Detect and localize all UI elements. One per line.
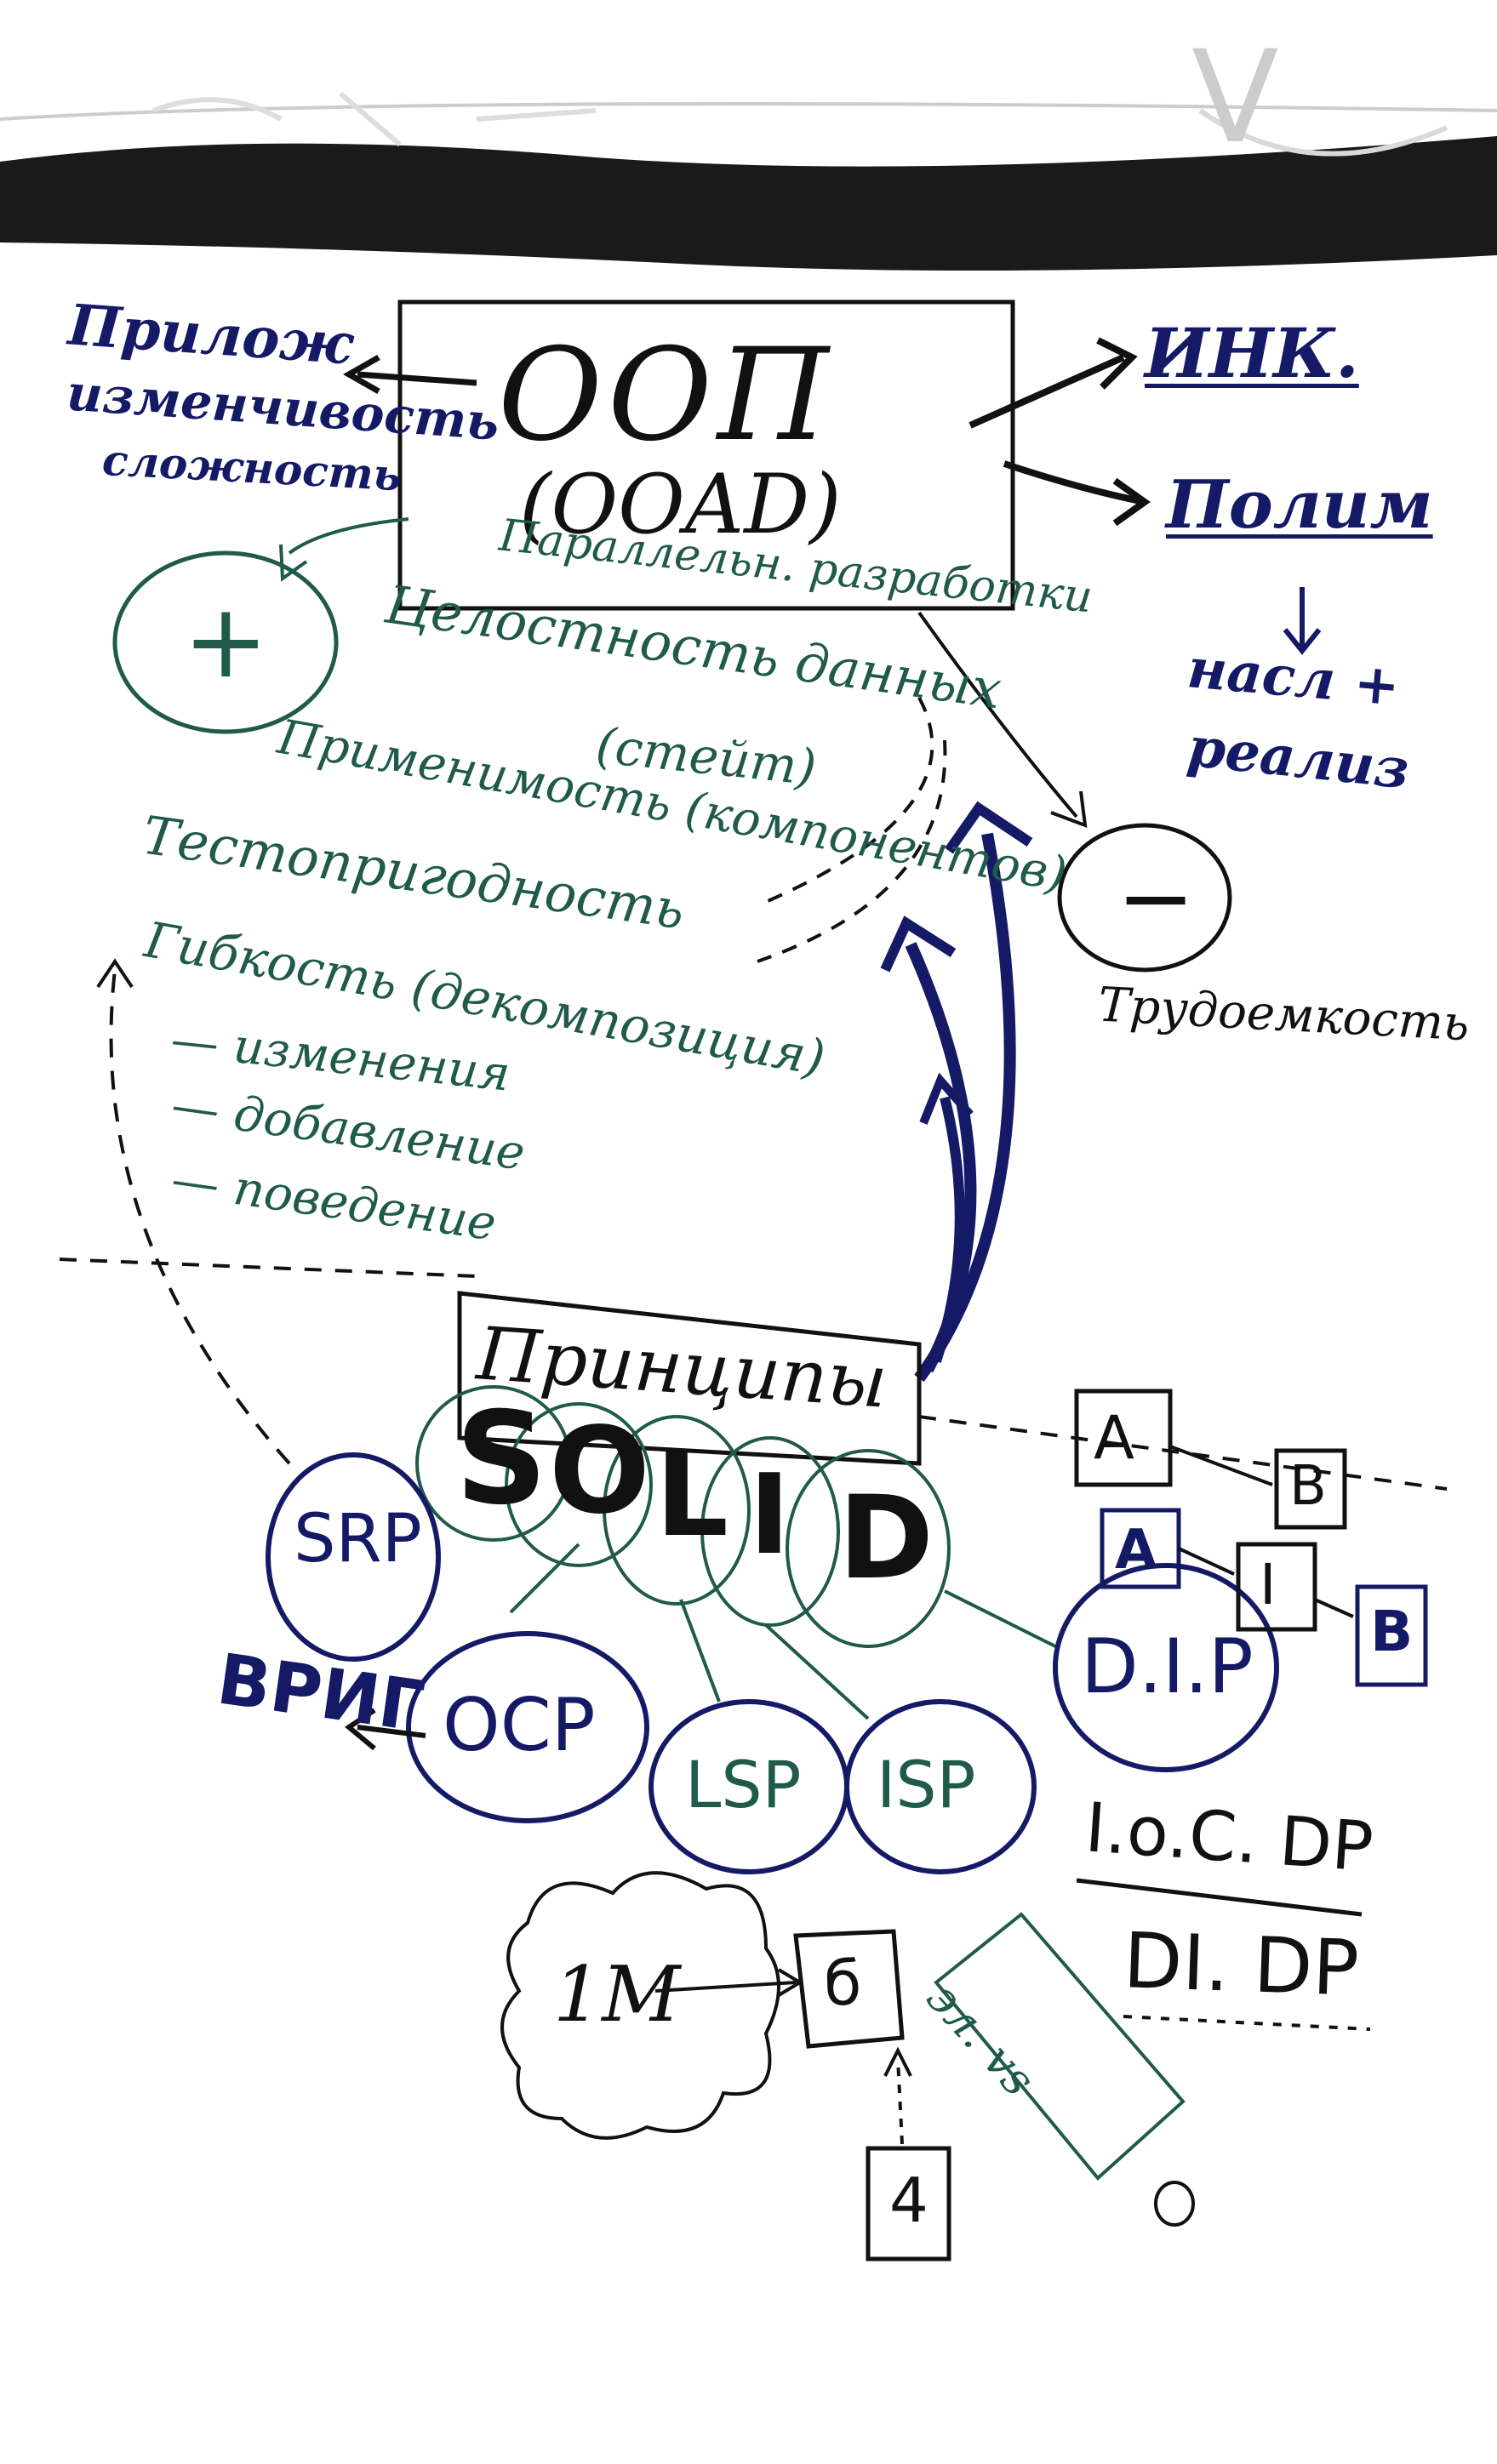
box-a-top: A — [1094, 1403, 1134, 1473]
solid-s: S — [455, 1385, 548, 1533]
small-box-bottom-label: 4 — [889, 2165, 928, 2236]
polim-label: Полим — [1166, 466, 1433, 544]
ink-label: ИНК. — [1145, 313, 1359, 393]
lsp-label: LSP — [685, 1747, 802, 1822]
small-box-top-label: б — [824, 1948, 862, 2019]
cloud-label: 1M — [553, 1950, 681, 2039]
plus-sign: + — [183, 583, 269, 701]
solid-d: D — [838, 1471, 934, 1605]
isp-label: ISP — [877, 1747, 976, 1822]
ocp-label: OCP — [443, 1683, 596, 1768]
ooad-title: OOП — [498, 322, 834, 470]
ioc-label: I.o.C. DP — [1083, 1788, 1376, 1887]
solid-o: O — [549, 1402, 651, 1541]
solid-l: L — [655, 1429, 729, 1562]
di-label: DI. DP — [1122, 1916, 1361, 2014]
srp-label: SRP — [294, 1501, 422, 1577]
box-i-mid: I — [1260, 1552, 1277, 1617]
box-b-mid: B — [1370, 1599, 1414, 1664]
whiteboard-photo: V OOП (OOAD) Прилож изменчивость сложнос… — [0, 0, 1497, 2464]
minus-sign: − — [1117, 843, 1196, 952]
solid-i: I — [749, 1450, 791, 1579]
box-a-mid: A — [1115, 1519, 1157, 1582]
box-b-top: B — [1289, 1455, 1327, 1518]
top-corner-mark: V — [1191, 24, 1279, 172]
dip-label: D.I.P — [1081, 1623, 1254, 1710]
